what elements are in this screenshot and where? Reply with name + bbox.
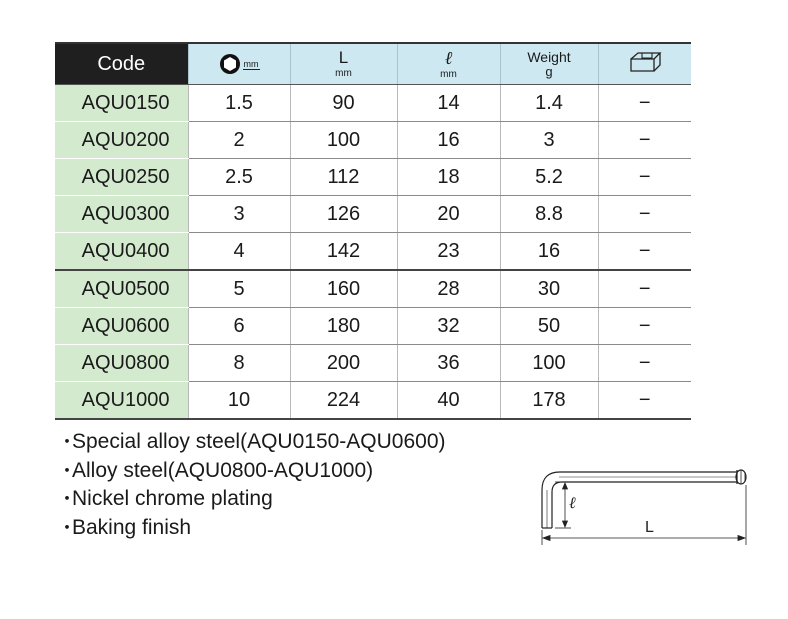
case-cell: − bbox=[597, 381, 691, 420]
short-length-cell: 32 bbox=[396, 307, 500, 345]
hex-size-cell: 3 bbox=[187, 195, 290, 233]
case-icon bbox=[630, 51, 662, 72]
hex-size-cell: 8 bbox=[187, 344, 290, 382]
bullet: ・ bbox=[58, 460, 76, 481]
short-length-cell: 36 bbox=[396, 344, 500, 382]
hex-size-cell: 1.5 bbox=[187, 84, 290, 122]
code-cell: AQU0150 bbox=[55, 84, 188, 122]
code-header: Code bbox=[55, 44, 188, 85]
code-cell: AQU0800 bbox=[55, 344, 188, 382]
weight-cell: 178 bbox=[499, 381, 598, 420]
weight-cell: 16 bbox=[499, 232, 598, 271]
note-item: ・Special alloy steel(AQU0150-AQU0600) bbox=[58, 428, 446, 457]
short-length-cell: 20 bbox=[396, 195, 500, 233]
length-label: L bbox=[645, 519, 654, 536]
bullet: ・ bbox=[58, 432, 76, 452]
weight-header: Weight g bbox=[499, 44, 598, 85]
short-length-header-label: ℓ bbox=[444, 47, 453, 68]
note-text: Special alloy steel(AQU0150-AQU0600) bbox=[72, 430, 446, 453]
short-length-header: ℓ mm bbox=[396, 44, 500, 85]
note-item: ・Baking finish bbox=[58, 514, 446, 543]
code-cell: AQU0250 bbox=[55, 158, 188, 196]
short-length-cell: 28 bbox=[396, 270, 500, 308]
case-cell: − bbox=[597, 84, 691, 122]
case-header bbox=[597, 44, 691, 85]
length-cell: 200 bbox=[289, 344, 397, 382]
length-header-label: L bbox=[338, 48, 349, 67]
short-length-cell: 18 bbox=[396, 158, 500, 196]
weight-cell: 100 bbox=[499, 344, 598, 382]
case-cell: − bbox=[597, 158, 691, 196]
case-cell: − bbox=[597, 232, 691, 271]
code-cell: AQU0200 bbox=[55, 121, 188, 159]
length-cell: 142 bbox=[289, 232, 397, 271]
length-cell: 90 bbox=[289, 84, 397, 122]
note-text: Baking finish bbox=[72, 515, 192, 539]
hex-size-header: mm bbox=[187, 44, 290, 85]
weight-header-unit: g bbox=[545, 64, 553, 79]
case-cell: − bbox=[597, 344, 691, 382]
table-row: AQU0250 2.5 112 18 5.2− bbox=[55, 158, 691, 196]
code-cell: AQU1000 bbox=[55, 381, 188, 420]
dimension-lines bbox=[541, 481, 747, 545]
table-row: AQU0600 6 180 32 50− bbox=[55, 307, 691, 345]
hexagon-size-icon bbox=[219, 54, 240, 74]
short-length-cell: 23 bbox=[396, 232, 500, 271]
l-wrench-diagram: ℓ L bbox=[541, 469, 747, 545]
weight-cell: 1.4 bbox=[499, 84, 598, 122]
weight-cell: 3 bbox=[499, 121, 598, 159]
case-cell: − bbox=[597, 307, 691, 345]
short-length-label: ℓ bbox=[569, 495, 576, 512]
weight-cell: 30 bbox=[499, 270, 598, 308]
notes-list: ・Special alloy steel(AQU0150-AQU0600) ・A… bbox=[58, 428, 446, 542]
weight-cell: 50 bbox=[499, 307, 598, 345]
hex-size-cell: 2.5 bbox=[187, 158, 290, 196]
bullet: ・ bbox=[58, 489, 76, 509]
hex-size-cell: 4 bbox=[187, 232, 290, 271]
short-length-cell: 16 bbox=[396, 121, 500, 159]
table-row: AQU0300 3 126 20 8.8− bbox=[55, 195, 691, 233]
note-text: Alloy steel(AQU0800-AQU1000) bbox=[72, 458, 374, 482]
length-cell: 126 bbox=[289, 195, 397, 233]
length-cell: 180 bbox=[289, 307, 397, 345]
short-length-header-unit: mm bbox=[440, 68, 457, 80]
bullet: ・ bbox=[58, 517, 76, 538]
weight-cell: 5.2 bbox=[499, 158, 598, 196]
table-row: AQU0500 5 160 28 30− bbox=[55, 270, 691, 308]
hex-size-cell: 10 bbox=[187, 381, 290, 420]
short-length-cell: 40 bbox=[396, 381, 500, 420]
table-row: AQU1000 10 224 40 178− bbox=[55, 381, 691, 420]
length-cell: 100 bbox=[289, 121, 397, 159]
code-cell: AQU0600 bbox=[55, 307, 188, 345]
table-row: AQU0400 4 142 23 16− bbox=[55, 232, 691, 271]
note-item: ・Alloy steel(AQU0800-AQU1000) bbox=[58, 457, 446, 486]
table-row: AQU0200 2 100 16 3− bbox=[55, 121, 691, 159]
hex-size-cell: 5 bbox=[187, 270, 290, 308]
length-cell: 224 bbox=[289, 381, 397, 420]
length-cell: 112 bbox=[289, 158, 397, 196]
case-cell: − bbox=[597, 270, 691, 308]
code-cell: AQU0500 bbox=[55, 270, 188, 308]
code-cell: AQU0300 bbox=[55, 195, 188, 233]
hex-size-unit: mm bbox=[242, 58, 260, 70]
code-cell: AQU0400 bbox=[55, 232, 188, 271]
hex-size-cell: 2 bbox=[187, 121, 290, 159]
table-header-row: Code mm L mm ℓ mm Weight g bbox=[55, 44, 691, 85]
note-text: Nickel chrome plating bbox=[72, 487, 273, 510]
case-cell: − bbox=[597, 121, 691, 159]
length-cell: 160 bbox=[289, 270, 397, 308]
length-header-unit: mm bbox=[335, 68, 352, 79]
case-cell: − bbox=[597, 195, 691, 233]
short-length-cell: 14 bbox=[396, 84, 500, 122]
table-row: AQU0150 1.5 90 14 1.4− bbox=[55, 84, 691, 122]
length-header: L mm bbox=[289, 44, 397, 85]
hex-size-cell: 6 bbox=[187, 307, 290, 345]
weight-header-label: Weight bbox=[527, 49, 571, 65]
table-row: AQU0800 8 200 36 100− bbox=[55, 344, 691, 382]
weight-cell: 8.8 bbox=[499, 195, 598, 233]
spec-table: Code mm L mm ℓ mm Weight g AQU0150 1.5 9… bbox=[55, 44, 691, 420]
note-item: ・Nickel chrome plating bbox=[58, 485, 446, 514]
